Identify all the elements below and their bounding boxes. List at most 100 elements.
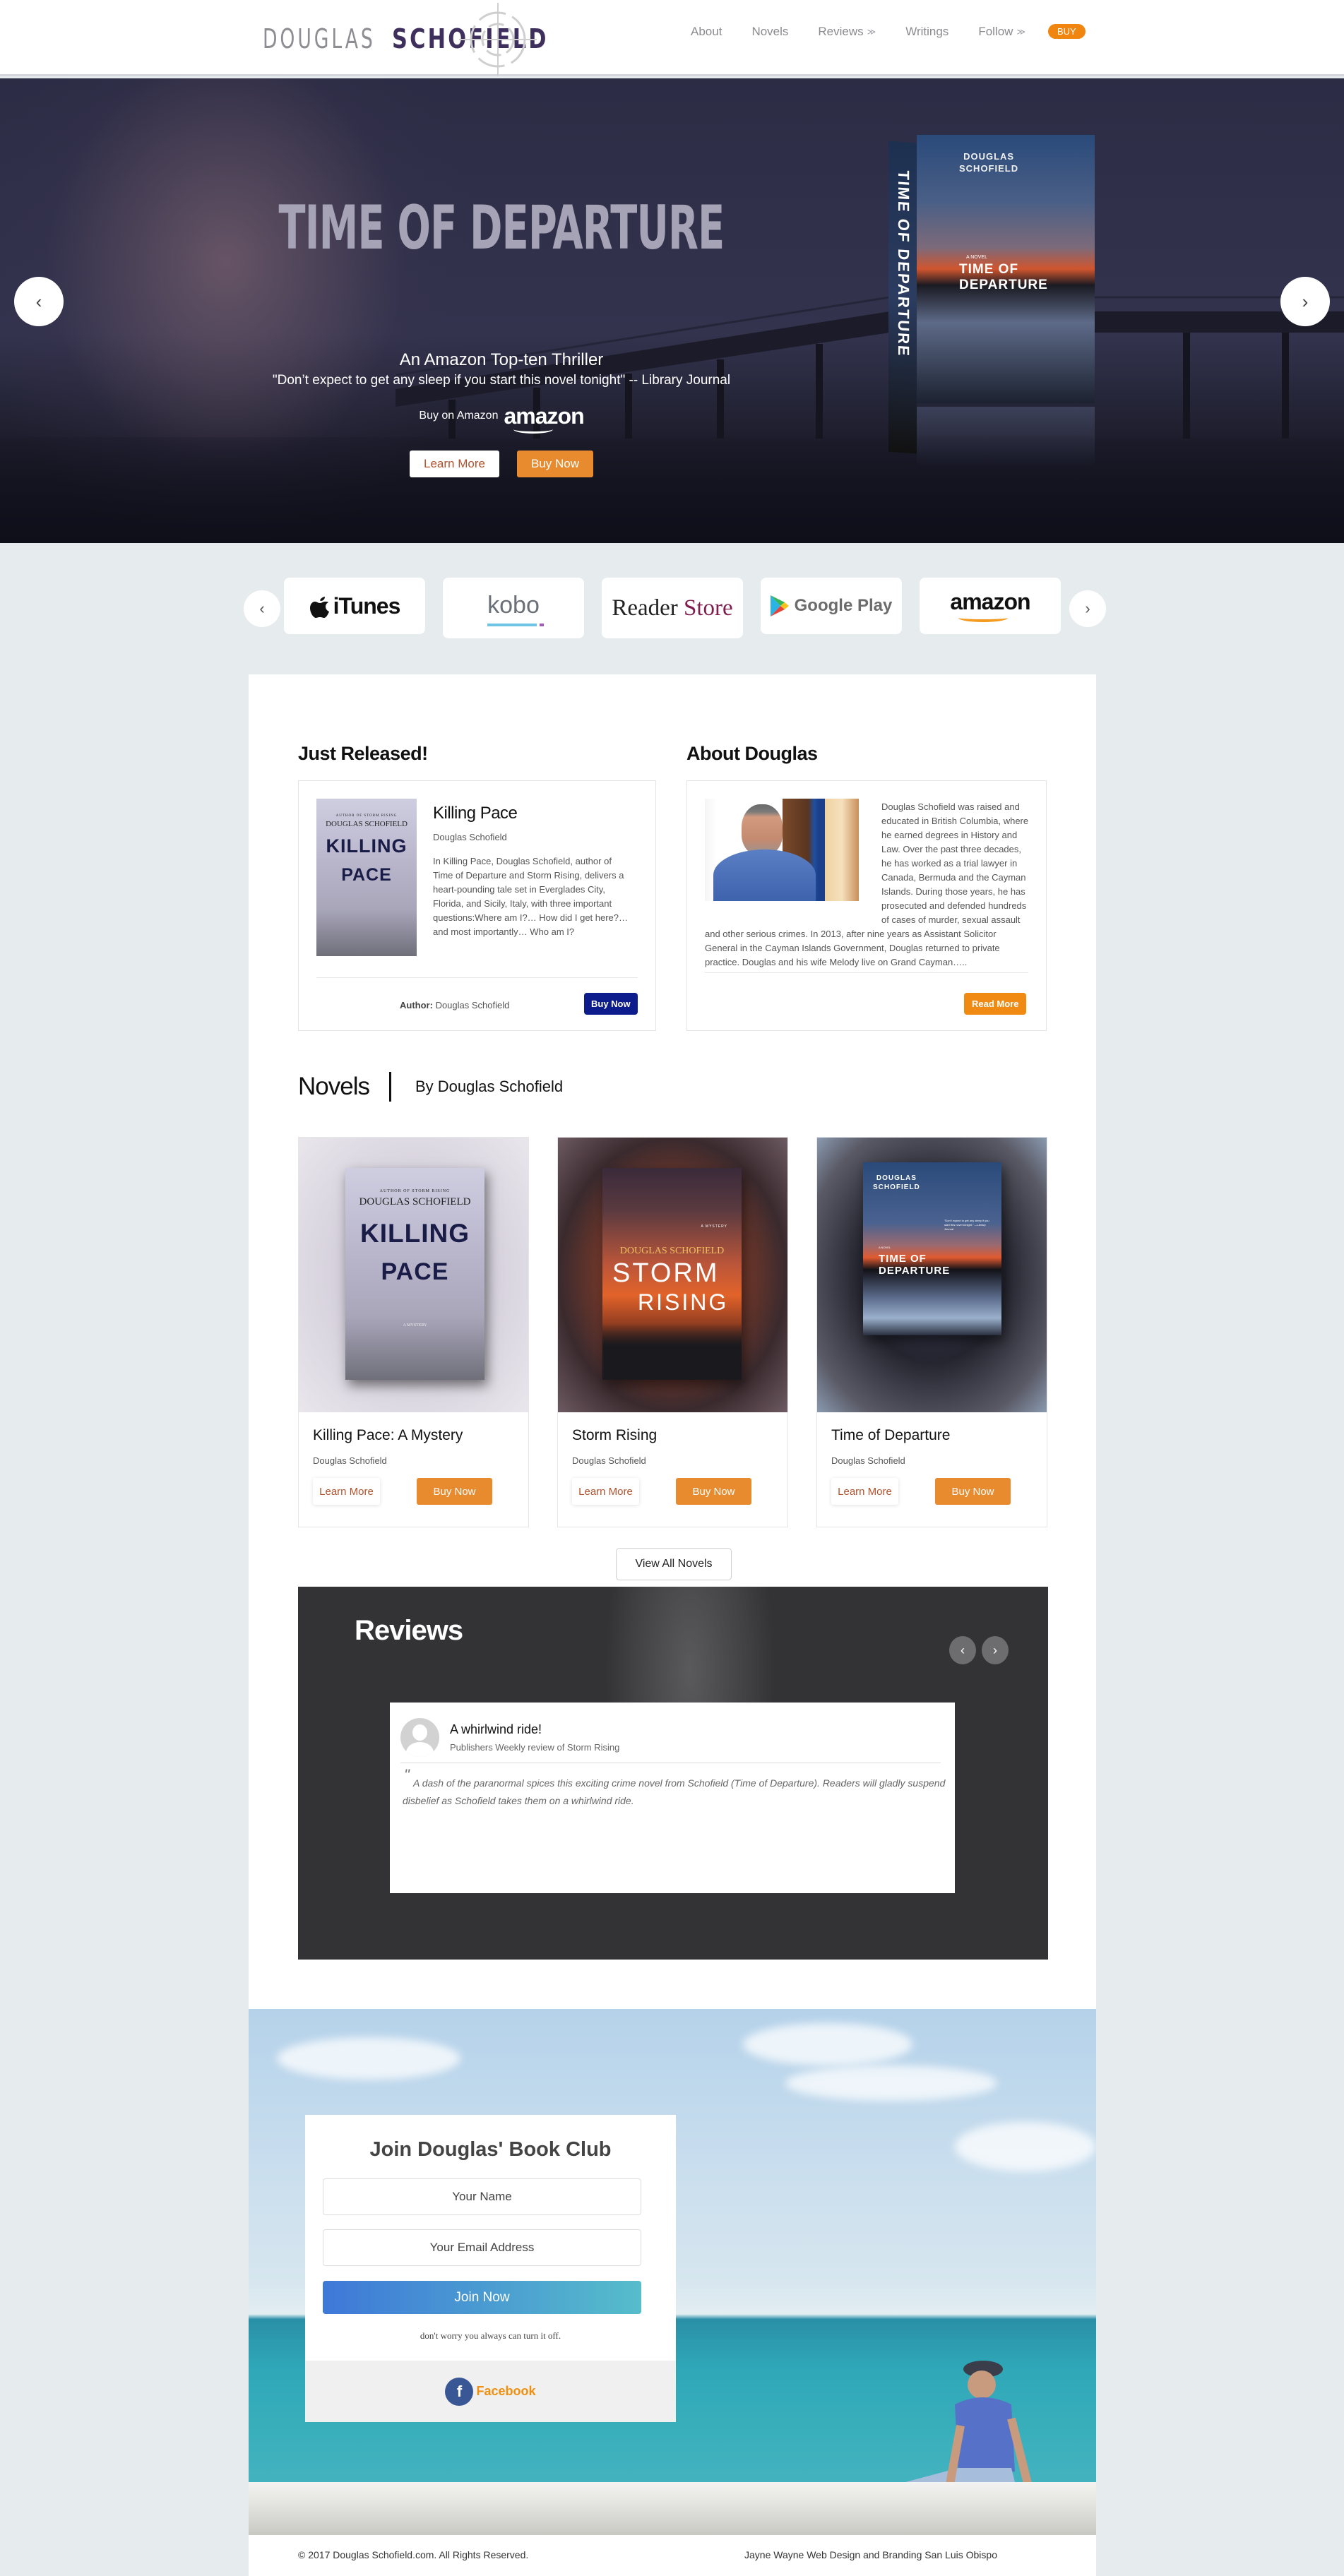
novels-heading: Novels [298, 1073, 370, 1100]
retailer-google-play[interactable]: Google Play [761, 578, 902, 634]
amazon-label: amazon [950, 588, 1030, 614]
novel-title[interactable]: Killing Pace: A Mystery [313, 1427, 463, 1444]
chevron-right-icon: › [1085, 600, 1090, 617]
retailer-next-button[interactable]: › [1069, 590, 1106, 627]
cloud [743, 2023, 912, 2065]
nav-buy-button[interactable]: BUY [1048, 24, 1086, 39]
facebook-link[interactable]: Facebook [476, 2384, 535, 2399]
cover-kicker: A NOVEL [879, 1246, 891, 1249]
hero-buy-now-button[interactable]: Buy Now [516, 451, 593, 477]
reviews-next-button[interactable]: › [982, 1636, 1009, 1664]
novel-learn-more-button[interactable]: Learn More [313, 1478, 380, 1505]
kobo-accent-icon [540, 623, 545, 626]
retailer-itunes[interactable]: iTunes [284, 578, 425, 634]
novel-buy-now-button[interactable]: Buy Now [676, 1478, 751, 1505]
just-released-panel: AUTHOR OF STORM RISING DOUGLAS SCHOFIELD… [298, 780, 656, 1031]
retailer-kobo[interactable]: kobo [443, 578, 584, 638]
book-kicker: A NOVEL [966, 255, 987, 260]
facebook-icon[interactable]: f [445, 2377, 474, 2406]
nav-writings-label: Writings [905, 24, 949, 38]
join-now-button[interactable]: Join Now [323, 2281, 641, 2314]
novel-cover-area[interactable]: DOUGLAS SCHOFIELD "Don't expect to get an… [817, 1138, 1047, 1412]
avatar-body [406, 1742, 434, 1757]
cover-title-line1: KILLING [360, 1219, 470, 1248]
novel-buy-now-button[interactable]: Buy Now [417, 1478, 492, 1505]
cover-title-line2: RISING [638, 1289, 729, 1315]
cover-title-line1: KILLING [326, 835, 408, 857]
nav-writings[interactable]: Writings [905, 25, 948, 39]
view-all-novels-button[interactable]: View All Novels [616, 1548, 732, 1580]
name-input[interactable] [323, 2178, 641, 2215]
novels-header: Novels By Douglas Schofield [298, 1072, 563, 1102]
novel-cover-area[interactable]: AUTHOR OF STORM RISING DOUGLAS SCHOFIELD… [299, 1138, 528, 1412]
novel-title[interactable]: Time of Departure [831, 1427, 950, 1444]
hero-next-button[interactable]: › [1280, 277, 1330, 326]
design-credit-link[interactable]: Jayne Wayne Web Design and Branding San … [744, 2549, 997, 2560]
novel-title[interactable]: Storm Rising [572, 1427, 657, 1444]
cover-author-line1: DOUGLAS [876, 1174, 917, 1182]
novel-cover-area[interactable]: A MYSTERY DOUGLAS SCHOFIELD STORM RISING [558, 1138, 787, 1412]
novel-learn-more-button[interactable]: Learn More [831, 1478, 898, 1505]
hero-prev-button[interactable]: ‹ [14, 277, 64, 326]
photo-spacer [705, 800, 881, 915]
hero-quote: "Don’t expect to get any sleep if you st… [272, 373, 731, 388]
heading-separator [388, 1072, 391, 1102]
book-club-form: Join Douglas' Book Club Join Now don't w… [305, 2115, 676, 2422]
nav-reviews-label: Reviews [818, 24, 864, 38]
novel-buy-now-button[interactable]: Buy Now [935, 1478, 1011, 1505]
retailer-amazon[interactable]: amazon [920, 578, 1061, 634]
reviews-prev-button[interactable]: ‹ [949, 1636, 976, 1664]
cover-title-line1: STORM [612, 1258, 720, 1288]
just-released-title[interactable]: Killing Pace [433, 804, 518, 823]
novel-learn-more-button[interactable]: Learn More [572, 1478, 639, 1505]
hero-learn-more-button[interactable]: Learn More [410, 451, 499, 477]
about-heading: About Douglas [686, 743, 818, 764]
nav-about-label: About [691, 24, 722, 38]
novel-author: Douglas Schofield [831, 1455, 905, 1466]
review-source: Publishers Weekly review of Storm Rising [450, 1742, 620, 1753]
author-line: Author: Douglas Schofield [400, 1000, 509, 1010]
just-released-description: In Killing Pace, Douglas Schofield, auth… [433, 856, 629, 937]
killing-pace-cover[interactable]: AUTHOR OF STORM RISING DOUGLAS SCHOFIELD… [316, 799, 417, 956]
just-released-buy-button[interactable]: Buy Now [584, 993, 638, 1015]
book-cover-title: TIME OF DEPARTURE [959, 262, 1048, 292]
nav-novels[interactable]: Novels [751, 25, 788, 39]
apple-icon [309, 597, 329, 618]
novel-card: DOUGLAS SCHOFIELD "Don't expect to get an… [816, 1137, 1047, 1527]
book-spine-title: TIME OF DEPARTURE [895, 169, 912, 358]
divider [316, 977, 638, 978]
itunes-label: iTunes [333, 592, 401, 619]
novel-author: Douglas Schofield [313, 1455, 387, 1466]
amazon-smile-icon [958, 614, 1009, 622]
novels-subheading: By Douglas Schofield [415, 1078, 564, 1095]
cover-quote: "Don't expect to get any sleep if you st… [944, 1219, 989, 1231]
retailer-prev-button[interactable]: ‹ [244, 590, 280, 627]
logo-first-name: DOUGLAS [263, 23, 376, 54]
nav-follow-label: Follow [978, 24, 1013, 38]
site-logo[interactable]: DOUGLAS SCHOFIELD [263, 21, 547, 56]
amazon-logo: amazon [950, 588, 1031, 622]
chevron-right-icon: › [1302, 290, 1309, 312]
review-card: A whirlwind ride! Publishers Weekly revi… [390, 1703, 955, 1893]
book-club-heading: Join Douglas' Book Club [369, 2138, 612, 2161]
email-input[interactable] [323, 2229, 641, 2266]
google-play-logo: Google Play [770, 595, 892, 616]
hero-subtitle: An Amazon Top-ten Thriller [399, 350, 604, 369]
nav-reviews[interactable]: Reviews ≫ [818, 25, 876, 39]
cover-kicker: AUTHOR OF STORM RISING [379, 1189, 451, 1193]
nav-about[interactable]: About [691, 25, 722, 39]
chevron-right-icon: › [993, 1642, 997, 1657]
killing-pace-cover: AUTHOR OF STORM RISING DOUGLAS SCHOFIELD… [345, 1168, 484, 1380]
buy-on-amazon-link[interactable]: Buy on Amazon amazon [0, 405, 1003, 434]
cover-title-line2: PACE [341, 865, 392, 885]
nav-follow[interactable]: Follow ≫ [978, 25, 1025, 39]
book-reflection [917, 407, 1095, 467]
main-content: Just Released! AUTHOR OF STORM RISING DO… [249, 674, 1096, 2009]
book-author-line2: SCHOFIELD [959, 163, 1019, 174]
retailer-reader-store[interactable]: Reader Store [602, 578, 743, 638]
read-more-button[interactable]: Read More [964, 993, 1027, 1015]
reader-label: Reader [612, 595, 678, 621]
reader-store-logo: Reader Store [612, 595, 732, 621]
crosshair-icon [459, 3, 537, 76]
cloud [277, 2037, 460, 2080]
